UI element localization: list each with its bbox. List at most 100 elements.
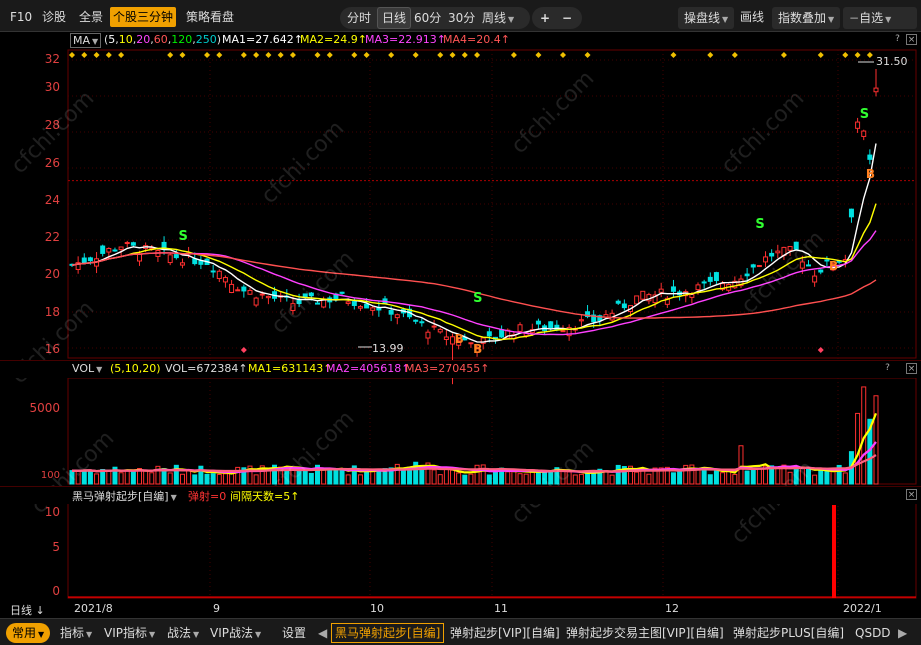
vip-indicators-button[interactable]: VIP指标 ▼ bbox=[104, 623, 155, 643]
tab-scroll-left-icon[interactable]: ◀ bbox=[318, 623, 327, 643]
high-price-label: 31.50 bbox=[876, 55, 908, 68]
candle-body bbox=[87, 257, 93, 262]
candle-body bbox=[873, 87, 879, 93]
signal-diamond-icon bbox=[412, 52, 419, 58]
volume-bar bbox=[572, 474, 578, 485]
indicators-button[interactable]: 指标 ▼ bbox=[60, 623, 92, 643]
buy-signal-label: B bbox=[473, 342, 482, 356]
signal-diamond-icon bbox=[388, 52, 395, 58]
candle-body bbox=[112, 249, 118, 252]
volume-bar bbox=[216, 474, 222, 485]
candle-body bbox=[689, 293, 695, 298]
volume-bar bbox=[431, 469, 437, 485]
volume-bar bbox=[523, 473, 529, 485]
vip-tactics-label: VIP战法 bbox=[210, 626, 253, 640]
x-month-2022-1: 2022/1 bbox=[843, 602, 882, 615]
candle-body bbox=[210, 270, 216, 273]
candle-body bbox=[100, 245, 106, 254]
tab-qsdd[interactable]: QSDD bbox=[855, 623, 891, 643]
volume-bar bbox=[75, 470, 81, 485]
signal-diamond-icon bbox=[93, 52, 100, 58]
candle-body bbox=[443, 336, 449, 340]
candle-body bbox=[812, 275, 818, 283]
candle-body bbox=[235, 289, 241, 292]
volume-bar bbox=[799, 466, 805, 485]
signal-diamond-icon bbox=[731, 52, 738, 58]
signal-y-tick-5: 5 bbox=[52, 540, 60, 554]
caret-down-icon: ▼ bbox=[86, 630, 93, 639]
candle-body bbox=[695, 284, 701, 291]
caret-down-icon: ▼ bbox=[170, 493, 177, 502]
signal-diamond-icon bbox=[449, 52, 456, 58]
tab-heima-shoot[interactable]: 黑马弹射起步[自编] bbox=[331, 623, 445, 643]
signal-indicator-selector[interactable]: 黑马弹射起步[自编] ▼ bbox=[72, 488, 177, 504]
volume-bar bbox=[818, 470, 824, 485]
volume-bar bbox=[738, 445, 744, 485]
vol-y-tick-5000: 5000 bbox=[29, 401, 60, 415]
vip-tactics-button[interactable]: VIP战法 ▼ bbox=[210, 623, 261, 643]
volume-bar bbox=[750, 469, 756, 485]
close-icon[interactable]: × bbox=[906, 489, 917, 500]
period-label-text: 日线 bbox=[10, 604, 32, 617]
signal-diamond-icon bbox=[277, 52, 284, 58]
candle-body bbox=[290, 303, 296, 312]
candle-body bbox=[713, 272, 719, 282]
candle-body bbox=[621, 303, 627, 309]
close-icon[interactable]: × bbox=[906, 363, 917, 374]
candle-body bbox=[535, 320, 541, 325]
tab-shoot-vip[interactable]: 弹射起步[VIP][自编] bbox=[450, 623, 560, 643]
volume-bar bbox=[707, 474, 713, 485]
volume-bar bbox=[339, 469, 345, 485]
volume-bar bbox=[210, 473, 216, 485]
signal-diamond-icon bbox=[253, 52, 260, 58]
volume-bar bbox=[842, 472, 848, 485]
volume-bar bbox=[118, 472, 124, 485]
common-button[interactable]: 常用 ▼ bbox=[6, 623, 51, 643]
tactics-button[interactable]: 战法 ▼ bbox=[167, 623, 199, 643]
candle-body bbox=[314, 302, 320, 305]
candle-body bbox=[750, 264, 756, 268]
candle-body bbox=[799, 261, 805, 269]
vol-pane-header: VOL ▼ (5,10,20) VOL=672384↑ MA1=631143↑ M… bbox=[0, 360, 921, 378]
tab-shoot-trade-main[interactable]: 弹射起步交易主图[VIP][自编] bbox=[566, 623, 724, 643]
tab-shoot-plus[interactable]: 弹射起步PLUS[自编] bbox=[733, 623, 844, 643]
candle-body bbox=[351, 301, 357, 306]
signal-diamond-icon bbox=[204, 52, 211, 58]
tab-scroll-right-icon[interactable]: ▶ bbox=[898, 623, 907, 643]
volume-bar bbox=[124, 470, 130, 485]
volume-bar bbox=[830, 470, 836, 485]
volume-bar bbox=[677, 471, 683, 485]
candle-body bbox=[744, 273, 750, 277]
volume-bar bbox=[333, 470, 339, 485]
volume-bar bbox=[560, 470, 566, 485]
signal-diamond-icon bbox=[817, 52, 824, 58]
kline-chart[interactable]: SSSSBBBB bbox=[0, 0, 921, 618]
candle-body bbox=[861, 130, 867, 137]
vip-indicators-label: VIP指标 bbox=[104, 626, 147, 640]
signal-y-tick-0: 0 bbox=[52, 584, 60, 598]
volume-bar bbox=[179, 473, 185, 485]
settings-button[interactable]: 设置 bbox=[282, 623, 306, 643]
volume-bar bbox=[94, 473, 100, 485]
x-month-11: 11 bbox=[494, 602, 508, 615]
candle-body bbox=[670, 286, 676, 292]
candle-body bbox=[265, 295, 271, 299]
volume-bar bbox=[578, 473, 584, 485]
help-icon[interactable]: ? bbox=[882, 363, 893, 374]
candle-body bbox=[106, 247, 112, 253]
low-price-label: 13.99 bbox=[372, 342, 404, 355]
volume-bar bbox=[167, 472, 173, 485]
candle-body bbox=[431, 325, 437, 328]
volume-bar bbox=[357, 474, 363, 485]
signal-diamond-icon bbox=[780, 52, 787, 58]
vol-indicator-selector[interactable]: VOL ▼ bbox=[72, 362, 102, 375]
candle-body bbox=[413, 319, 419, 322]
signal-y-tick-10: 10 bbox=[44, 505, 60, 519]
ma-line bbox=[71, 230, 877, 336]
candle-body bbox=[517, 324, 523, 332]
volume-bar bbox=[566, 471, 572, 485]
candle-body bbox=[308, 292, 314, 297]
candle-body bbox=[787, 245, 793, 251]
candle-body bbox=[867, 154, 873, 160]
signal-diamond-icon bbox=[437, 52, 444, 58]
